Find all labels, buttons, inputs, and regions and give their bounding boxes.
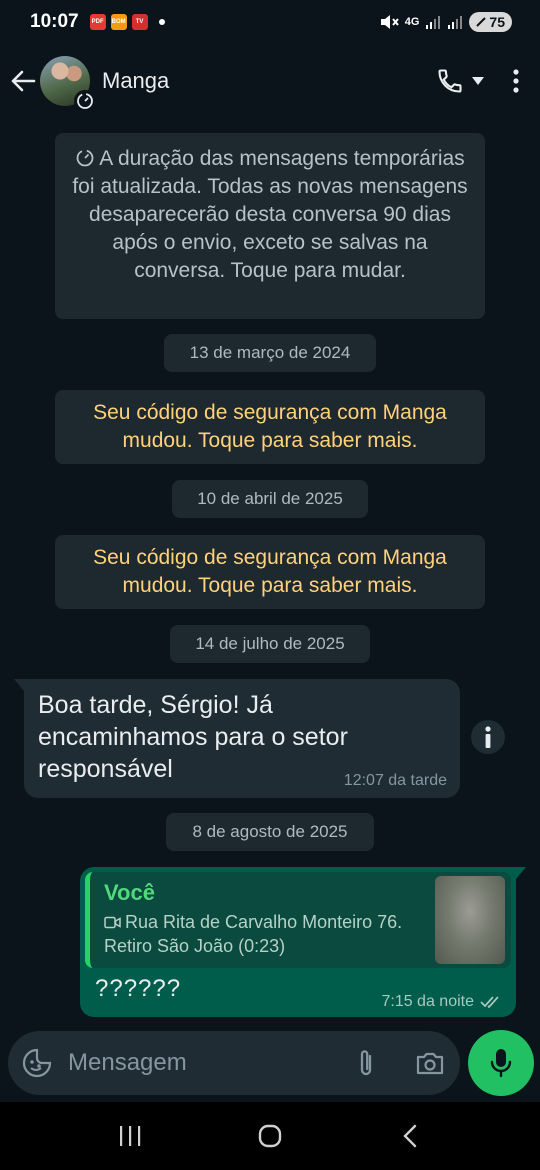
- timer-icon: [77, 93, 93, 109]
- sticker-button[interactable]: [22, 1048, 52, 1078]
- status-time: 10:07: [30, 11, 79, 32]
- date-chip: 8 de agosto de 2025: [166, 813, 374, 851]
- incoming-message[interactable]: Boa tarde, Sérgio! Já encaminhamos para …: [14, 679, 460, 798]
- timer-icon: [76, 149, 94, 167]
- more-options-button[interactable]: [506, 66, 526, 96]
- signal-icon-1: [426, 16, 441, 29]
- info-icon: [485, 726, 491, 748]
- video-thumbnail: [435, 876, 505, 964]
- message-time: 12:07 da tarde: [343, 772, 447, 789]
- quote-text-content: Rua Rita de Carvalho Monteiro 76. Retiro…: [104, 912, 403, 956]
- video-icon: [104, 916, 121, 929]
- arrow-left-icon: [11, 70, 36, 92]
- voice-message-button[interactable]: [468, 1030, 534, 1096]
- system-back-button[interactable]: [390, 1116, 430, 1156]
- sticker-icon: [22, 1048, 52, 1078]
- message-time: 7:15 da noite: [381, 993, 474, 1010]
- contact-avatar-button[interactable]: [40, 56, 96, 112]
- header-actions: [432, 63, 526, 99]
- security-code-notice[interactable]: Seu código de segurança com Manga mudou.…: [55, 535, 485, 609]
- battery-level: 75: [489, 14, 505, 30]
- pdf-app-icon: PDF: [89, 14, 106, 30]
- home-button[interactable]: [250, 1116, 290, 1156]
- chat-area[interactable]: A duração das mensagens temporárias foi …: [0, 118, 540, 1028]
- camera-icon: [416, 1052, 444, 1075]
- recent-apps-button[interactable]: [110, 1116, 150, 1156]
- battery-indicator: 75: [469, 12, 512, 32]
- voice-call-button[interactable]: [432, 63, 488, 99]
- message-meta: 7:15 da noite: [381, 993, 502, 1011]
- message-input[interactable]: [68, 1049, 308, 1077]
- outgoing-message[interactable]: Você Rua Rita de Carvalho Monteiro 76. R…: [80, 867, 526, 1017]
- recent-apps-icon: [120, 1126, 141, 1146]
- chat-header: Manga: [0, 44, 540, 118]
- disappearing-timer-badge: [74, 90, 96, 112]
- paperclip-icon: [360, 1050, 372, 1076]
- tv-app-icon: TV: [131, 14, 148, 30]
- status-bar: 10:07 PDF BOM TV 4G 75: [0, 0, 540, 44]
- signal-icon-2: [448, 16, 463, 29]
- message-text: ??????: [95, 975, 182, 1002]
- news-app-icon: BOM: [110, 14, 127, 30]
- home-icon: [258, 1124, 282, 1148]
- phone-icon: [438, 69, 462, 93]
- more-vertical-icon: [513, 69, 519, 93]
- security-code-notice[interactable]: Seu código de segurança com Manga mudou.…: [55, 390, 485, 464]
- quoted-message[interactable]: Você Rua Rita de Carvalho Monteiro 76. R…: [85, 872, 511, 968]
- date-chip: 14 de julho de 2025: [170, 625, 370, 663]
- chevron-down-icon: [472, 77, 484, 85]
- camera-button[interactable]: [414, 1048, 446, 1078]
- network-type: 4G: [404, 16, 420, 28]
- attach-button[interactable]: [352, 1046, 380, 1080]
- date-chip: 10 de abril de 2025: [172, 480, 368, 518]
- disappearing-messages-text: A duração das mensagens temporárias foi …: [72, 147, 468, 282]
- info-button[interactable]: [471, 720, 505, 754]
- message-text: Boa tarde, Sérgio! Já encaminhamos para …: [38, 691, 348, 783]
- message-composer: [8, 1031, 460, 1095]
- microphone-icon: [490, 1049, 512, 1078]
- back-button[interactable]: [10, 66, 36, 96]
- disappearing-messages-notice[interactable]: A duração das mensagens temporárias foi …: [55, 133, 485, 319]
- double-check-icon: [480, 996, 499, 1009]
- status-right: 4G 75: [379, 12, 512, 32]
- battery-saver-icon: [476, 17, 487, 27]
- more-notifications-dot-icon: [158, 19, 165, 25]
- contact-name[interactable]: Manga: [102, 68, 169, 94]
- notification-icons: PDF BOM TV: [89, 14, 165, 30]
- system-navigation-bar: [0, 1102, 540, 1170]
- quote-text: Rua Rita de Carvalho Monteiro 76. Retiro…: [104, 910, 424, 958]
- back-chevron-icon: [403, 1124, 417, 1148]
- mute-icon: [380, 15, 399, 29]
- date-chip: 13 de março de 2024: [164, 334, 376, 372]
